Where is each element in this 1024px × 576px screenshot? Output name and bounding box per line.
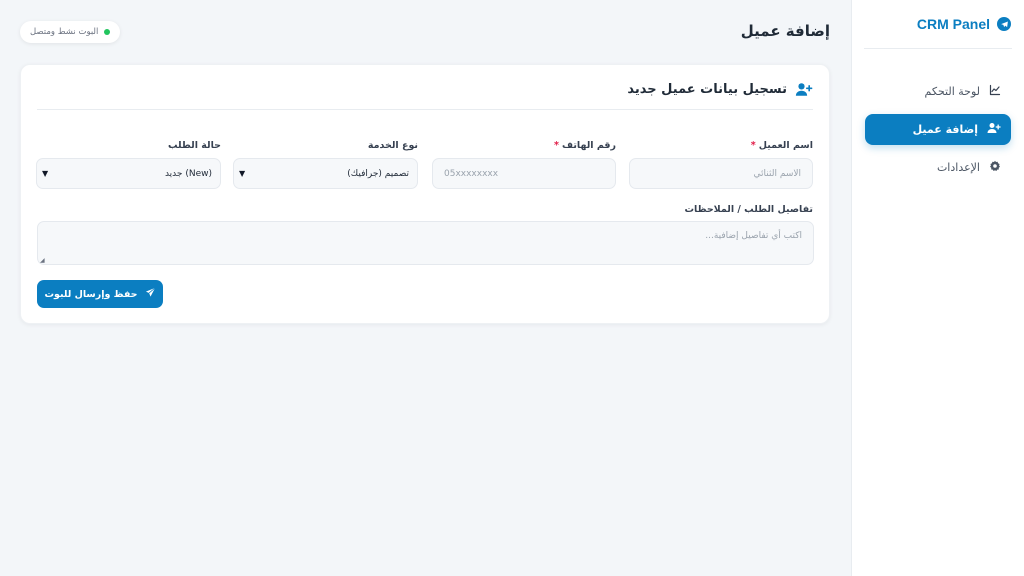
form-title: تسجيل بيانات عميل جديد <box>627 82 787 97</box>
phone-label: رقم الهاتف* <box>554 140 616 151</box>
telegram-icon <box>997 17 1011 31</box>
gear-icon <box>989 160 1001 175</box>
add-client-form-card: تسجيل بيانات عميل جديد اسم العميل* رقم ا… <box>20 64 830 324</box>
client-name-input[interactable] <box>629 158 813 189</box>
chart-line-icon <box>989 84 1001 99</box>
phone-input[interactable] <box>432 158 616 189</box>
sidebar-nav: لوحة التحكم إضافة عميل الإعدادات <box>865 76 1011 190</box>
client-name-label: اسم العميل* <box>750 140 813 151</box>
card-header: تسجيل بيانات عميل جديد <box>37 80 813 110</box>
service-type-label: نوع الخدمة <box>367 140 418 151</box>
bot-status-badge: البوت نشط ومتصل <box>20 21 121 43</box>
chevron-down-icon: ▼ <box>239 169 246 178</box>
service-type-value: تصميم (جرافيك) <box>347 168 409 179</box>
status-text: البوت نشط ومتصل <box>30 27 99 37</box>
user-plus-icon <box>795 82 813 101</box>
sidebar-item-label: لوحة التحكم <box>924 85 980 98</box>
details-textarea[interactable] <box>37 221 814 265</box>
order-status-label: حالة الطلب <box>167 140 221 151</box>
order-status-value: جديد (New) <box>164 168 212 179</box>
save-and-send-label: حفظ وإرسال للبوت <box>44 288 138 300</box>
service-type-select[interactable]: ▼ تصميم (جرافيك) <box>233 158 418 189</box>
brand-name: CRM Panel <box>916 16 990 32</box>
brand[interactable]: CRM Panel <box>864 0 1012 49</box>
user-plus-icon <box>987 122 1001 137</box>
save-and-send-button[interactable]: حفظ وإرسال للبوت <box>37 280 163 308</box>
status-dot-icon <box>104 29 111 35</box>
chevron-down-icon: ▼ <box>42 169 49 178</box>
sidebar-item-dashboard[interactable]: لوحة التحكم <box>865 76 1011 107</box>
sidebar-item-label: إضافة عميل <box>912 123 978 136</box>
details-label: تفاصيل الطلب / الملاحظات <box>684 204 813 215</box>
sidebar: CRM Panel لوحة التحكم إضافة عميل الإعداد… <box>851 0 1024 576</box>
sidebar-item-settings[interactable]: الإعدادات <box>865 152 1011 183</box>
resize-handle-icon[interactable]: ◢ <box>40 257 45 264</box>
page-title: إضافة عميل <box>740 22 830 40</box>
sidebar-item-label: الإعدادات <box>936 161 980 174</box>
order-status-select[interactable]: ▼ جديد (New) <box>36 158 221 189</box>
sidebar-item-add-client[interactable]: إضافة عميل <box>865 114 1011 145</box>
main-content: إضافة عميل البوت نشط ومتصل تسجيل بيانات … <box>0 0 851 576</box>
send-icon <box>145 287 156 301</box>
